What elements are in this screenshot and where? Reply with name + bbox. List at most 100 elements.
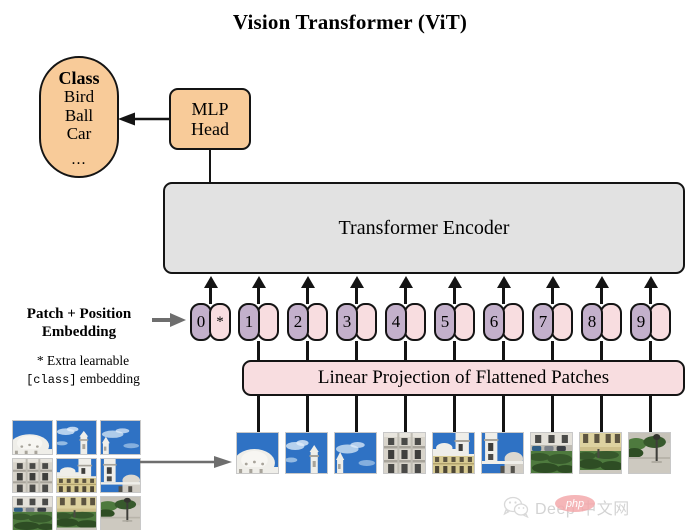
patch-to-projection-line <box>453 395 456 433</box>
projection-to-token-line <box>306 341 309 361</box>
patch-embedding-half <box>453 303 475 341</box>
patch-to-projection-line <box>649 395 652 433</box>
patch-embedding-half <box>649 303 671 341</box>
patch-position-line2: Embedding <box>41 323 117 340</box>
token-to-encoder-line <box>306 288 309 304</box>
position-embedding-half: 5 <box>434 303 456 341</box>
flattened-patch-8 <box>579 432 622 474</box>
token-to-encoder-line <box>404 288 407 304</box>
patch-position-token-2: 2 <box>287 303 329 341</box>
source-patch-4 <box>12 458 53 493</box>
encoder-label: Transformer Encoder <box>338 216 510 239</box>
flattened-patch-6 <box>481 432 524 474</box>
token-to-encoder-arrow <box>300 276 315 288</box>
source-patch-3 <box>100 420 141 455</box>
token-to-encoder-arrow <box>203 276 218 288</box>
token-to-encoder-line <box>649 288 652 304</box>
source-patch-2 <box>56 420 97 455</box>
flattened-patch-2 <box>285 432 328 474</box>
mlp-head-line2: Head <box>191 119 229 139</box>
token-to-encoder-arrow <box>447 276 462 288</box>
flattened-patch-7 <box>530 432 573 474</box>
token-to-encoder-arrow <box>251 276 266 288</box>
patch-embedding-half <box>306 303 328 341</box>
mlp-to-encoder-line <box>208 150 211 183</box>
projection-to-token-line <box>355 341 358 361</box>
source-patch-5 <box>56 458 97 493</box>
token-to-encoder-line <box>209 288 212 304</box>
patch-embedding-half <box>600 303 622 341</box>
patch-embedding-half <box>551 303 573 341</box>
projection-to-token-line <box>453 341 456 361</box>
linear-projection-label: Linear Projection of Flattened Patches <box>317 367 610 388</box>
transformer-encoder-box: Transformer Encoder <box>163 182 685 274</box>
token-to-encoder-arrow <box>643 276 658 288</box>
position-embedding-half: 1 <box>238 303 260 341</box>
class-item-bird: Bird <box>63 87 95 107</box>
patch-position-token-7: 7 <box>532 303 574 341</box>
flattened-patch-9 <box>628 432 671 474</box>
patch-embedding-half <box>257 303 279 341</box>
patch-sequence-arrow <box>140 456 232 468</box>
position-embedding-half: 9 <box>630 303 652 341</box>
source-patch-6 <box>100 458 141 493</box>
wechat-icon <box>503 496 529 518</box>
flattened-patch-4 <box>383 432 426 474</box>
source-patch-9 <box>100 496 141 530</box>
patch-embedding-half <box>502 303 524 341</box>
watermark-badge: php <box>555 495 595 512</box>
position-embedding-half: 2 <box>287 303 309 341</box>
patch-position-token-4: 4 <box>385 303 427 341</box>
token-to-encoder-arrow <box>594 276 609 288</box>
watermark: Deep 中文网 php <box>503 492 693 522</box>
position-embedding-half: 4 <box>385 303 407 341</box>
extra-note-line1: * Extra learnable <box>36 353 130 368</box>
mlp-to-class-arrow <box>118 112 171 126</box>
token-to-encoder-line <box>355 288 358 304</box>
patch-position-token-0: 0 * <box>190 303 232 341</box>
projection-to-token-line <box>649 341 652 361</box>
class-item-ball: Ball <box>64 105 94 125</box>
extra-note-line2: [class] embedding <box>4 370 162 389</box>
page-title: Vision Transformer (ViT) <box>232 10 468 34</box>
projection-to-token-line <box>257 341 260 361</box>
position-embedding-half: 3 <box>336 303 358 341</box>
patch-to-projection-line <box>551 395 554 433</box>
token-to-encoder-line <box>257 288 260 304</box>
class-output-box: Class Bird Ball Car ... <box>39 56 119 178</box>
position-embedding-half: 8 <box>581 303 603 341</box>
patch-to-projection-line <box>257 395 260 433</box>
class-token-half: * <box>209 303 231 341</box>
flattened-patch-1 <box>236 432 279 474</box>
flattened-patch-5 <box>432 432 475 474</box>
mlp-head-box: MLP Head <box>169 88 251 150</box>
patch-position-token-3: 3 <box>336 303 378 341</box>
position-embedding-half: 6 <box>483 303 505 341</box>
patch-to-projection-line <box>600 395 603 433</box>
class-item-car: Car <box>66 124 92 144</box>
patch-position-embedding-label: Patch + Position Embedding <box>4 306 154 341</box>
class-box-heading: Class <box>58 68 100 88</box>
token-to-encoder-arrow <box>545 276 560 288</box>
patch-to-projection-line <box>355 395 358 433</box>
patch-to-projection-line <box>306 395 309 433</box>
vit-diagram: Vision Transformer (ViT) Class Bird Ball… <box>0 0 700 530</box>
projection-to-token-line <box>600 341 603 361</box>
patch-position-token-1: 1 <box>238 303 280 341</box>
patch-to-projection-line <box>404 395 407 433</box>
token-to-encoder-line <box>551 288 554 304</box>
patch-position-token-5: 5 <box>434 303 476 341</box>
patch-position-line1: Patch + Position <box>26 306 132 322</box>
position-embedding-half: 7 <box>532 303 554 341</box>
source-patch-1 <box>12 420 53 455</box>
flattened-patch-3 <box>334 432 377 474</box>
source-patch-8 <box>56 496 97 530</box>
token-to-encoder-line <box>502 288 505 304</box>
class-token-mono: [class] <box>26 372 77 387</box>
linear-projection-box: Linear Projection of Flattened Patches <box>242 360 685 396</box>
source-patch-7 <box>12 496 53 530</box>
embedding-label-arrow <box>152 313 186 327</box>
patch-to-projection-line <box>502 395 505 433</box>
projection-to-token-line <box>404 341 407 361</box>
extra-note-suffix: embedding <box>79 370 140 386</box>
